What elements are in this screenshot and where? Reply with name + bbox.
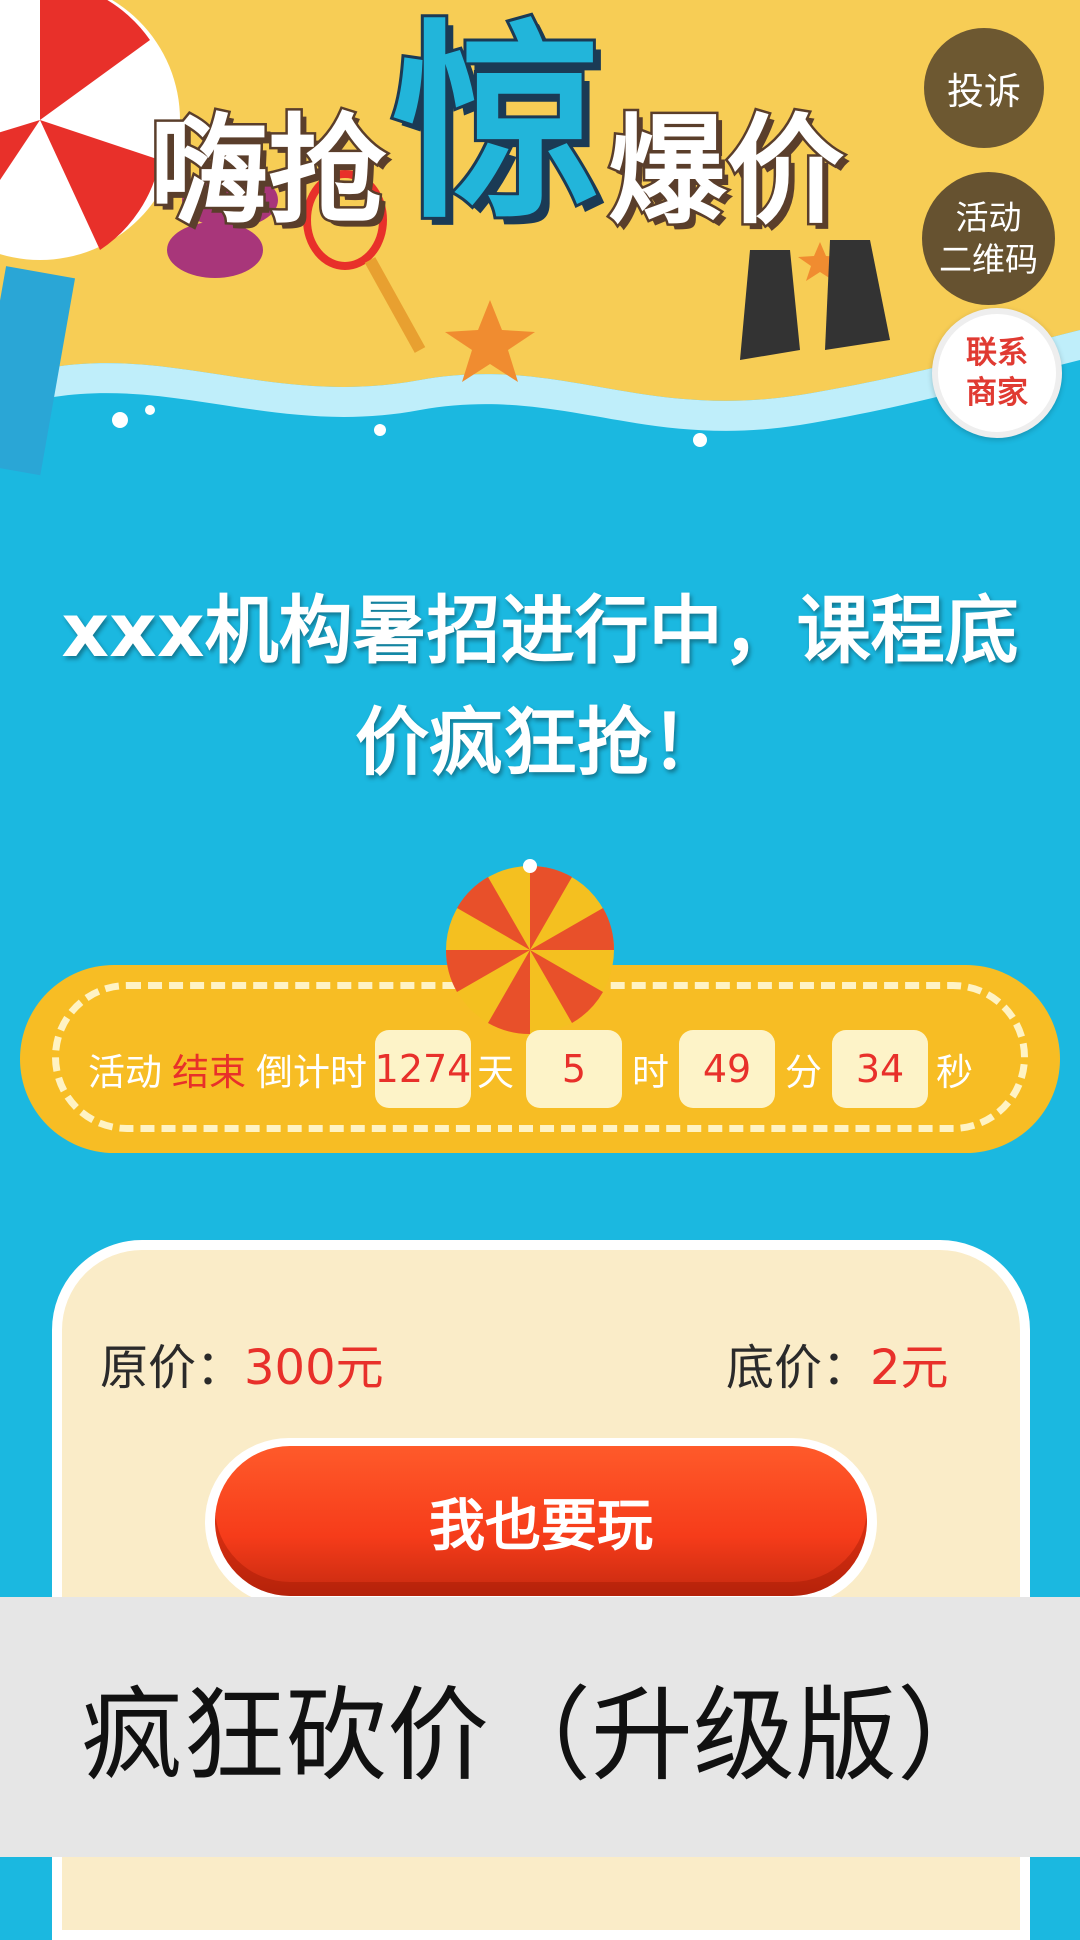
countdown-status: 结束: [172, 1051, 246, 1094]
complain-button[interactable]: 投诉: [924, 28, 1044, 148]
countdown-days: 1274: [375, 1030, 471, 1108]
countdown-minutes: 49: [679, 1030, 775, 1108]
countdown-days-unit: 天: [477, 1051, 514, 1094]
countdown-prefix: 活动: [88, 1051, 162, 1094]
banner-title-big: 惊: [389, 2, 605, 247]
countdown-label: 倒计时: [256, 1051, 367, 1094]
contact-merchant-button[interactable]: 联系 商家: [932, 308, 1062, 438]
qr-label-line2: 二维码: [939, 239, 1038, 279]
contact-label-line1: 联系: [966, 334, 1028, 371]
countdown-hours-unit: 时: [632, 1051, 669, 1094]
countdown-hours: 5: [526, 1030, 622, 1108]
original-price-label: 原价：: [100, 1340, 245, 1396]
floor-price: 底价：2元: [726, 1328, 949, 1398]
banner-title-part2: 爆价: [606, 102, 847, 240]
countdown-seconds-unit: 秒: [936, 1051, 973, 1094]
original-price-value: 300元: [244, 1340, 384, 1396]
hero-banner: 嗨抢 惊 爆价: [0, 0, 1080, 520]
contact-label-line2: 商家: [966, 375, 1028, 411]
qr-label-line1: 活动: [955, 198, 1022, 238]
countdown-minutes-unit: 分: [785, 1051, 822, 1094]
complain-label: 投诉: [947, 70, 1021, 113]
join-play-button[interactable]: 我也要玩: [215, 1446, 867, 1596]
floor-price-label: 底价：: [726, 1340, 871, 1396]
banner-title: 嗨抢 惊 爆价: [147, 0, 847, 247]
page-headline: xxx机构暑招进行中，课程底价疯狂抢！: [61, 588, 1019, 786]
banner-title-part1: 嗨抢: [147, 102, 388, 240]
bottom-caption: 疯狂砍价（升级版）: [0, 1597, 1080, 1857]
floor-price-value: 2元: [870, 1340, 949, 1396]
countdown-seconds: 34: [832, 1030, 928, 1108]
parasol-icon: [445, 859, 615, 1035]
activity-qr-button[interactable]: 活动 二维码: [922, 172, 1055, 305]
countdown-row: 活动 结束 倒计时 1274 天 5 时 49 分 34 秒: [88, 1028, 973, 1110]
original-price: 原价：300元: [100, 1328, 384, 1398]
